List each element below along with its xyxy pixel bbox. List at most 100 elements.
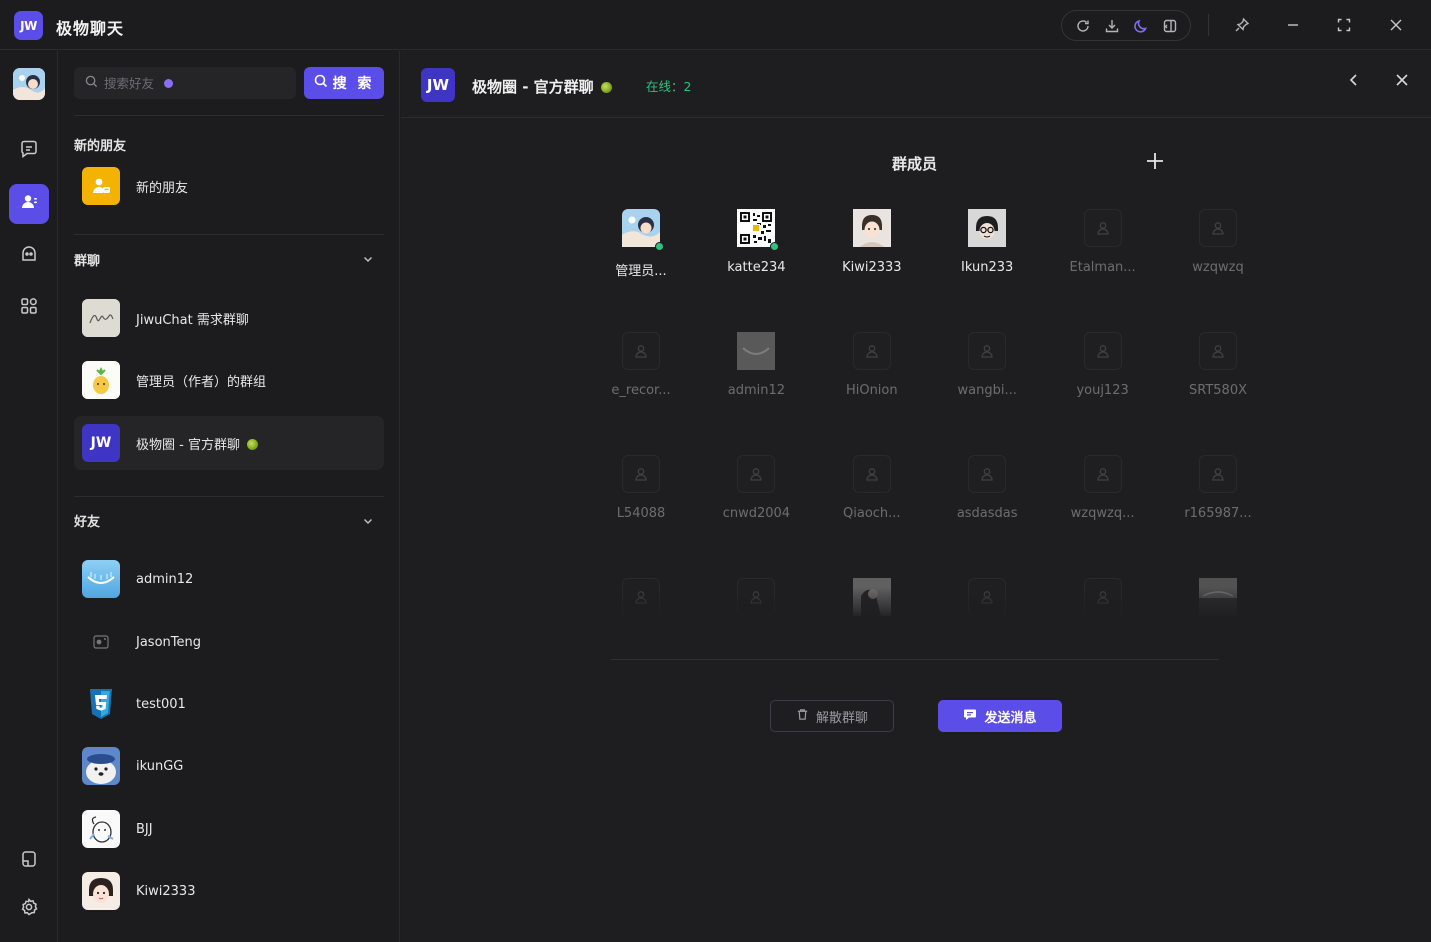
settings-icon: [19, 897, 39, 921]
group-member[interactable]: admin12: [706, 332, 806, 432]
member-avatar: [852, 209, 891, 247]
group-title: 极物圈 - 官方群聊: [472, 76, 612, 97]
online-count: 在线：2: [646, 79, 692, 94]
rail-robot-button[interactable]: [9, 236, 49, 276]
member-name: cnwd2004: [722, 506, 791, 521]
title-bar: JW 极物聊天: [0, 0, 1431, 50]
member-name: Qiaoch...: [843, 506, 901, 521]
layout-icon[interactable]: [1159, 15, 1181, 37]
friend-item[interactable]: test001: [74, 677, 384, 731]
rail-settings-button[interactable]: [9, 889, 49, 929]
user-placeholder-icon: [1199, 332, 1237, 370]
nav-rail: [0, 51, 58, 942]
chevron-down-icon[interactable]: [360, 251, 376, 267]
member-name: Kiwi2333: [842, 260, 902, 275]
search-box[interactable]: [74, 67, 296, 99]
group-member[interactable]: Kiwi2333: [822, 209, 922, 309]
list-item-name: ikunGG: [136, 758, 184, 774]
group-avatar: [82, 361, 120, 399]
group-member[interactable]: Etalman...: [1053, 209, 1153, 309]
group-member[interactable]: youj123: [1053, 332, 1153, 432]
group-member[interactable]: 管理员...: [591, 209, 691, 309]
rail-chat-button[interactable]: [9, 131, 49, 171]
group-title-text: 极物圈 - 官方群聊: [472, 78, 594, 96]
moon-icon[interactable]: [1130, 15, 1152, 37]
group-avatar: JW: [82, 424, 120, 462]
group-member[interactable]: wzqwzq: [1168, 209, 1251, 309]
user-placeholder-icon: [1083, 209, 1122, 247]
official-badge-icon: [600, 82, 612, 93]
member-name: e_recor...: [611, 383, 671, 398]
member-name: r165987...: [1184, 506, 1251, 521]
title-toolbar: [1061, 10, 1191, 41]
group-member[interactable]: cnwd2004: [706, 455, 806, 555]
chevron-down-icon[interactable]: [360, 513, 376, 529]
member-avatar: [737, 209, 780, 251]
friend-avatar: [82, 747, 120, 785]
group-avatar-text: JW: [90, 435, 112, 451]
group-member[interactable]: asdasdas: [937, 455, 1037, 555]
group-member[interactable]: HiOnion: [822, 332, 922, 432]
rail-file-button[interactable]: [9, 841, 49, 881]
close-icon[interactable]: [1384, 13, 1408, 37]
list-item-name: 极物圈 - 官方群聊: [136, 434, 258, 453]
app-title: 极物聊天: [56, 19, 125, 38]
member-name: wzqwzq...: [1070, 506, 1135, 521]
new-friends-item[interactable]: 新的朋友: [74, 159, 384, 213]
friend-avatar: [82, 872, 120, 910]
group-member[interactable]: Ikun233: [937, 209, 1037, 309]
chat-header: JW 极物圈 - 官方群聊 在线：2: [401, 51, 1431, 118]
user-placeholder-icon: [968, 455, 1007, 493]
file-icon: [19, 849, 39, 873]
scroll-fade: [591, 587, 1251, 619]
member-name: Etalman...: [1069, 260, 1136, 275]
member-name: L54088: [616, 506, 666, 521]
group-item[interactable]: 管理员（作者）的群组: [74, 353, 384, 407]
add-member-button[interactable]: [1143, 151, 1167, 175]
maximize-icon[interactable]: [1332, 13, 1356, 37]
group-member[interactable]: wzqwzq...: [1053, 455, 1153, 555]
friend-avatar: [82, 810, 120, 848]
user-placeholder-icon: [622, 332, 660, 370]
chevron-left-icon: [1347, 73, 1361, 91]
divider: [611, 659, 1219, 660]
download-icon[interactable]: [1101, 15, 1123, 37]
divider: [74, 234, 384, 235]
friend-item[interactable]: ikunGG: [74, 739, 384, 793]
online-status-dot: [770, 242, 780, 251]
group-member[interactable]: L54088: [591, 455, 691, 555]
list-item-name: 新的朋友: [136, 180, 189, 196]
friend-item[interactable]: admin12: [74, 552, 384, 606]
group-name: 极物圈 - 官方群聊: [136, 437, 240, 453]
group-member[interactable]: wangbi...: [937, 332, 1037, 432]
member-name: wzqwzq: [1192, 260, 1244, 275]
group-member[interactable]: e_recor...: [591, 332, 691, 432]
friend-item[interactable]: BJJ: [74, 802, 384, 856]
group-member[interactable]: r165987...: [1168, 455, 1251, 555]
group-member[interactable]: Qiaoch...: [822, 455, 922, 555]
rail-apps-button[interactable]: [9, 288, 49, 328]
group-item[interactable]: JW 极物圈 - 官方群聊: [74, 416, 384, 470]
friend-item[interactable]: Kiwi2333: [74, 864, 384, 918]
back-button[interactable]: [1340, 68, 1368, 96]
plus-icon: [1145, 151, 1165, 175]
search-icon: [85, 75, 98, 92]
refresh-icon[interactable]: [1072, 15, 1094, 37]
group-member[interactable]: katte234: [706, 209, 806, 309]
friend-item[interactable]: JasonTeng: [74, 615, 384, 669]
user-placeholder-icon: [968, 332, 1007, 370]
send-message-button[interactable]: 发送消息: [938, 700, 1062, 732]
user-avatar[interactable]: [13, 68, 45, 100]
rail-contacts-button[interactable]: [9, 184, 49, 224]
group-item[interactable]: JiwuChat 需求群聊: [74, 291, 384, 345]
dismiss-group-button[interactable]: 解散群聊: [770, 700, 894, 732]
titlebar-separator: [1208, 14, 1209, 36]
member-name: SRT580X: [1189, 383, 1247, 398]
close-panel-button[interactable]: [1388, 68, 1416, 96]
pin-icon[interactable]: [1230, 13, 1254, 37]
member-name: wangbi...: [957, 383, 1017, 398]
list-item-name: admin12: [136, 571, 194, 587]
group-member[interactable]: SRT580X: [1168, 332, 1251, 432]
minimize-icon[interactable]: [1281, 13, 1305, 37]
search-button[interactable]: 搜 索: [304, 67, 384, 99]
